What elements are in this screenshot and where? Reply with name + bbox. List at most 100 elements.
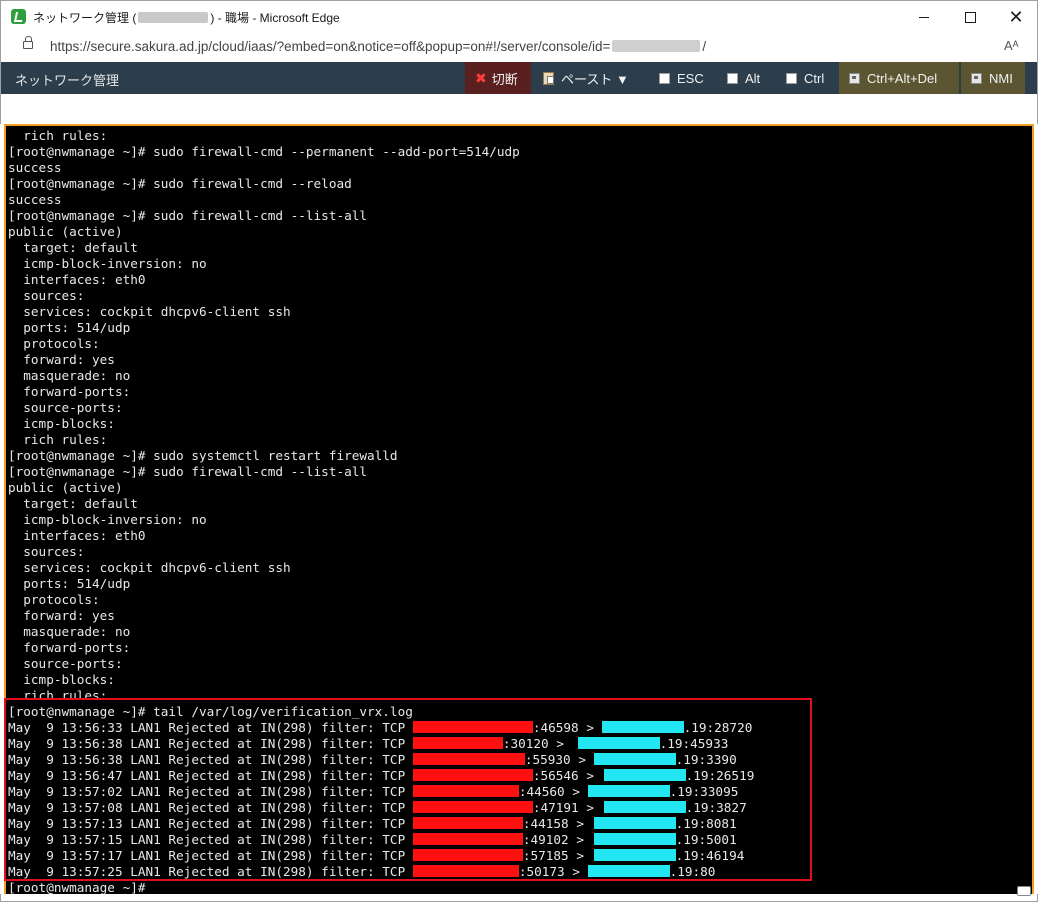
terminal-line: success (8, 160, 62, 175)
clipboard-icon (543, 71, 554, 85)
keyboard-key-icon (971, 72, 982, 84)
redacted-destination-ip (587, 865, 670, 877)
log-entry-row: May 9 13:56:38 LAN1 Rejected at IN(298) … (8, 736, 754, 752)
alt-label: Alt (745, 70, 761, 86)
redacted-destination-ip (603, 801, 686, 813)
log-destination-port: .19:46194 (675, 848, 745, 863)
terminal-line: icmp-block-inversion: no (8, 512, 207, 527)
log-entry-prefix: May 9 13:57:13 LAN1 Rejected at IN(298) … (8, 816, 413, 831)
terminal-line: masquerade: no (8, 368, 131, 383)
terminal-line: source-ports: (8, 400, 123, 415)
paste-label: ペースト ▼ (561, 71, 629, 87)
window-title-prefix: ネットワーク管理 ( (33, 11, 137, 25)
terminal-line: sources: (8, 288, 85, 303)
nmi-label: NMI (989, 70, 1013, 86)
redacted-source-ip (412, 801, 533, 813)
log-entry-prefix: May 9 13:56:47 LAN1 Rejected at IN(298) … (8, 768, 413, 783)
log-entry-row: May 9 13:57:02 LAN1 Rejected at IN(298) … (8, 784, 754, 800)
terminal-line: success (8, 192, 62, 207)
disconnect-button[interactable]: ✖ 切断 (465, 62, 531, 94)
log-entry-row: May 9 13:57:08 LAN1 Rejected at IN(298) … (8, 800, 754, 816)
page-spacer (0, 94, 1038, 124)
address-bar: https://secure.sakura.ad.jp/cloud/iaas/?… (0, 32, 1038, 62)
esc-key-toggle[interactable]: ESC (649, 62, 714, 94)
terminal-line: rich rules: (8, 688, 108, 703)
close-icon: ✖ (475, 69, 487, 86)
terminal-line: [root@nwmanage ~]# sudo firewall-cmd --r… (8, 176, 352, 191)
redacted-source-ip (412, 849, 523, 861)
close-icon: ✕ (1008, 6, 1024, 28)
lock-icon[interactable] (23, 36, 33, 49)
window-title-bar: ネットワーク管理 ( ) - 職場 - Microsoft Edge ✕ (0, 0, 1038, 32)
log-entry-prefix: May 9 13:57:17 LAN1 Rejected at IN(298) … (8, 848, 413, 863)
terminal-line: interfaces: eth0 (8, 528, 146, 543)
log-entry-row: May 9 13:57:25 LAN1 Rejected at IN(298) … (8, 864, 754, 880)
terminal-line: protocols: (8, 592, 100, 607)
terminal-line: ports: 514/udp (8, 576, 131, 591)
log-entry-prefix: May 9 13:57:08 LAN1 Rejected at IN(298) … (8, 800, 413, 815)
nmi-button[interactable]: NMI (961, 62, 1025, 94)
read-aloud-icon[interactable]: Aᴬ (1004, 38, 1019, 53)
url-field[interactable]: https://secure.sakura.ad.jp/cloud/iaas/?… (50, 39, 706, 54)
redacted-destination-ip (593, 817, 676, 829)
log-destination-port: .19:3390 (675, 752, 737, 767)
redacted-source-ip (412, 769, 533, 781)
terminal-line: target: default (8, 496, 138, 511)
log-source-port: :56546 > (532, 768, 602, 783)
terminal-line: public (active) (8, 224, 123, 239)
log-destination-port: .19:80 (669, 864, 716, 879)
log-entry-row: May 9 13:57:15 LAN1 Rejected at IN(298) … (8, 832, 754, 848)
log-entry-prefix: May 9 13:57:25 LAN1 Rejected at IN(298) … (8, 864, 413, 879)
maximize-button[interactable] (947, 1, 993, 33)
log-destination-port: .19:5001 (675, 832, 737, 847)
log-source-port: :50173 > (518, 864, 588, 879)
redacted-destination-ip (577, 737, 660, 749)
terminal-line: rich rules: (8, 432, 108, 447)
terminal-line: interfaces: eth0 (8, 272, 146, 287)
console-terminal[interactable]: rich rules: [root@nwmanage ~]# sudo firew… (4, 124, 1034, 896)
keyboard-key-icon (849, 72, 860, 84)
log-source-port: :46598 > (532, 720, 602, 735)
log-entry-prefix: May 9 13:57:02 LAN1 Rejected at IN(298) … (8, 784, 413, 799)
log-destination-port: .19:45933 (659, 736, 729, 751)
redacted-source-ip (412, 833, 523, 845)
ctrl-key-toggle[interactable]: Ctrl (776, 62, 834, 94)
terminal-line: services: cockpit dhcpv6-client ssh (8, 304, 291, 319)
url-prefix: https://secure.sakura.ad.jp/cloud/iaas/?… (50, 39, 611, 54)
log-source-port: :49102 > (522, 832, 592, 847)
ctrl-alt-del-button[interactable]: Ctrl+Alt+Del (839, 62, 959, 94)
log-entry-prefix: May 9 13:56:33 LAN1 Rejected at IN(298) … (8, 720, 413, 735)
redacted-source-ip (412, 737, 503, 749)
minimize-button[interactable] (901, 1, 947, 33)
log-source-port: :57185 > (522, 848, 592, 863)
log-destination-port: .19:8081 (675, 816, 737, 831)
redacted-destination-ip (593, 849, 676, 861)
redacted-source-ip (412, 785, 519, 797)
alt-key-toggle[interactable]: Alt (717, 62, 770, 94)
log-destination-port: .19:3827 (685, 800, 747, 815)
paste-button[interactable]: ペースト ▼ (533, 62, 639, 94)
log-destination-port: .19:26519 (685, 768, 755, 783)
ctrl-label: Ctrl (804, 70, 825, 86)
esc-label: ESC (677, 70, 704, 86)
terminal-line: forward-ports: (8, 384, 131, 399)
log-destination-port: .19:28720 (683, 720, 753, 735)
redacted-server-name (138, 12, 209, 23)
redacted-destination-ip (587, 785, 670, 797)
esc-checkbox[interactable] (659, 72, 670, 84)
terminal-line: public (active) (8, 480, 123, 495)
terminal-line: source-ports: (8, 656, 123, 671)
log-source-port: :44560 > (518, 784, 588, 799)
console-toolbar: ネットワーク管理 ✖ 切断 ペースト ▼ ESC Alt Ctrl Ctrl+Al… (0, 62, 1038, 94)
window-bottom-edge (0, 894, 1038, 902)
console-title: ネットワーク管理 (15, 73, 120, 88)
log-entry-prefix: May 9 13:56:38 LAN1 Rejected at IN(298) … (8, 736, 413, 751)
terminal-line: [root@nwmanage ~]# sudo systemctl restar… (8, 448, 398, 463)
resize-handle-icon[interactable] (1017, 886, 1031, 896)
window-title-suffix: ) - 職場 - Microsoft Edge (210, 11, 340, 25)
ctrl-checkbox[interactable] (786, 72, 797, 84)
alt-checkbox[interactable] (727, 72, 738, 84)
log-source-port: :55930 > (524, 752, 594, 767)
terminal-output: rich rules: [root@nwmanage ~]# sudo firew… (8, 128, 755, 894)
close-button[interactable]: ✕ (993, 1, 1038, 33)
